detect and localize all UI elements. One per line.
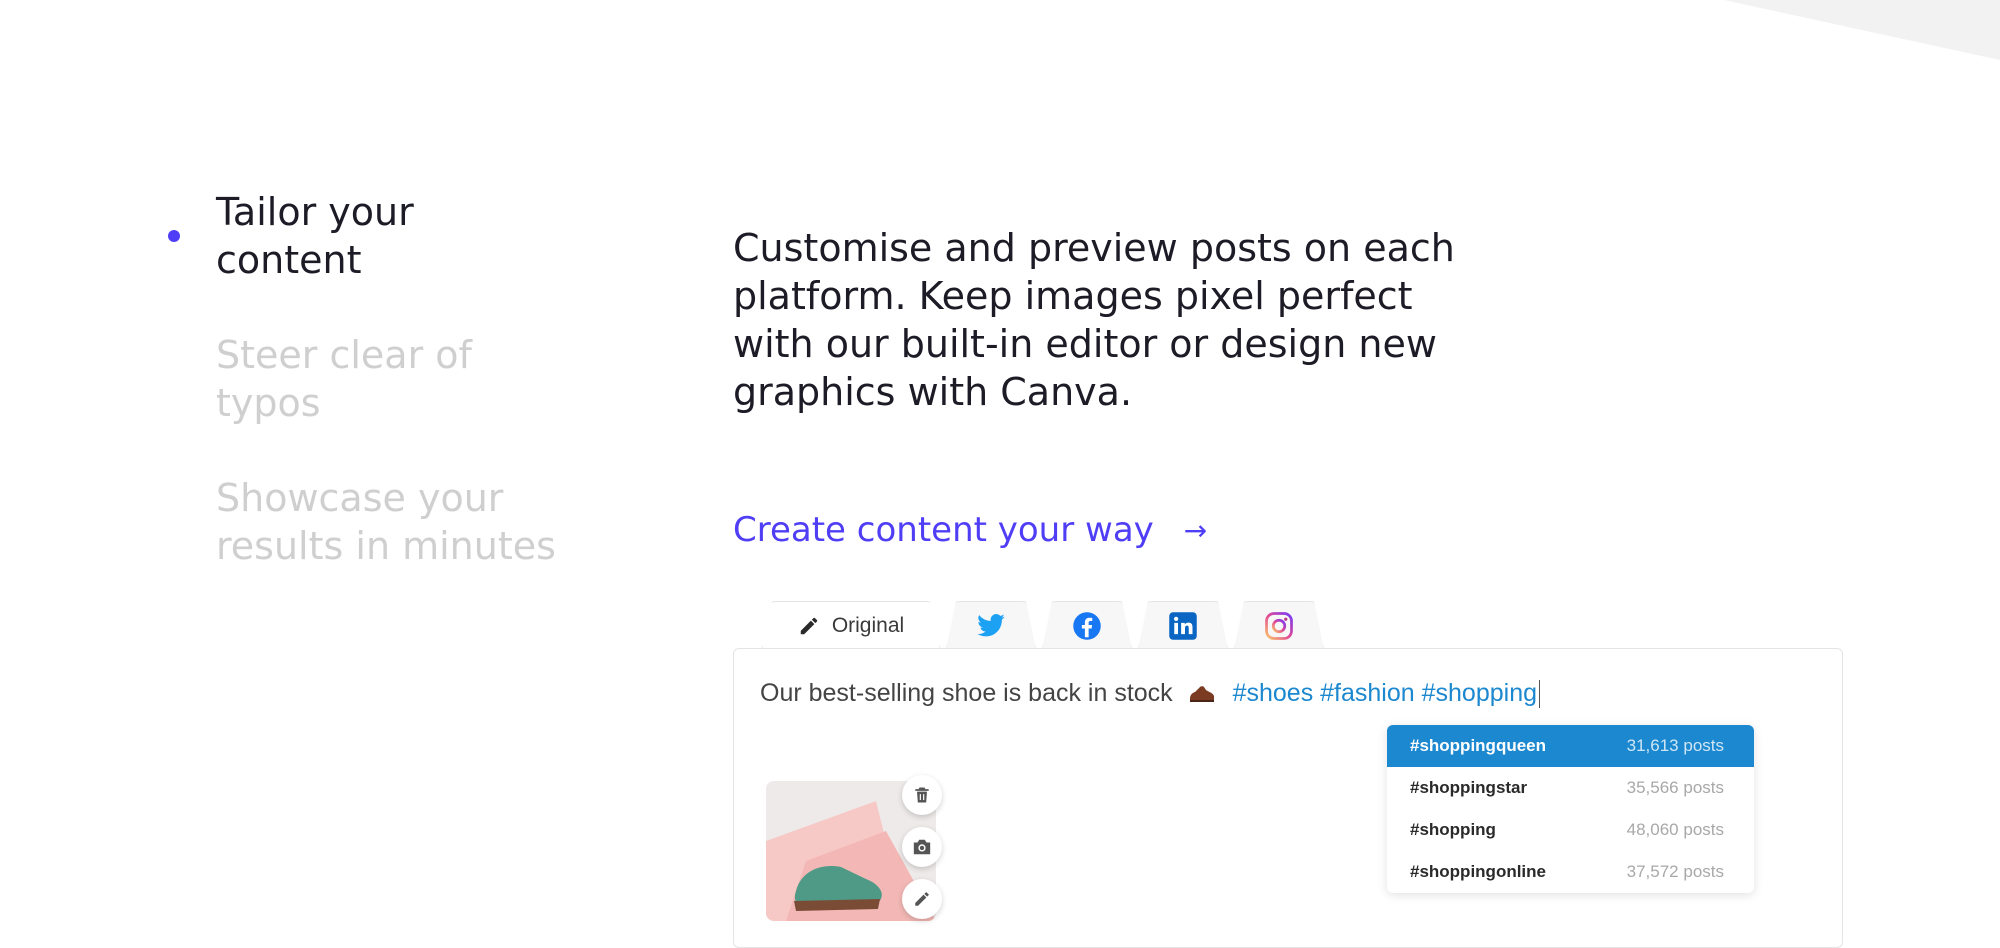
twitter-icon bbox=[976, 611, 1006, 641]
tab-linkedin[interactable] bbox=[1138, 601, 1228, 649]
active-bullet bbox=[168, 230, 180, 242]
cta-label: Create content your way bbox=[733, 510, 1154, 550]
feature-label: Steer clear of typos bbox=[216, 333, 472, 425]
suggestion-tag: #shoppingonline bbox=[1410, 862, 1546, 881]
post-text: Our best-selling shoe is back in stock bbox=[760, 679, 1173, 707]
hashtag-suggestion-item[interactable]: #shopping 48,060 posts bbox=[1387, 809, 1754, 851]
feature-label: Tailor your content bbox=[216, 190, 414, 282]
hashtag-suggestion-item[interactable]: #shoppingqueen 31,613 posts bbox=[1387, 725, 1754, 767]
text-cursor bbox=[1539, 680, 1541, 709]
tab-twitter[interactable] bbox=[946, 601, 1036, 649]
replace-image-button[interactable] bbox=[902, 827, 942, 867]
hashtags-text: #shoes #fashion #shopping bbox=[1232, 679, 1538, 707]
suggestion-tag: #shoppingstar bbox=[1410, 778, 1528, 797]
suggestion-tag: #shoppingqueen bbox=[1410, 736, 1546, 755]
create-content-link[interactable]: Create content your way → bbox=[733, 510, 1207, 550]
suggestion-count: 48,060 posts bbox=[1626, 820, 1724, 839]
tab-instagram[interactable] bbox=[1234, 601, 1324, 649]
suggestion-count: 35,566 posts bbox=[1626, 778, 1724, 797]
background-corner-shape bbox=[1724, 0, 2000, 60]
feature-tailor-content[interactable]: Tailor your content bbox=[168, 188, 568, 284]
pencil-icon bbox=[798, 615, 820, 637]
hashtag-suggestion-item[interactable]: #shoppingonline 37,572 posts bbox=[1387, 851, 1754, 893]
feature-description: Customise and preview posts on each plat… bbox=[733, 226, 1455, 414]
trash-icon bbox=[915, 787, 929, 803]
suggestion-count: 31,613 posts bbox=[1626, 736, 1724, 755]
camera-icon bbox=[913, 839, 931, 855]
linkedin-icon bbox=[1168, 611, 1198, 641]
edit-image-button[interactable] bbox=[902, 879, 942, 919]
delete-image-button[interactable] bbox=[902, 775, 942, 815]
hashtag-suggestions: #shoppingqueen 31,613 posts #shoppingsta… bbox=[1387, 725, 1754, 893]
tab-original[interactable]: Original bbox=[762, 601, 940, 649]
pencil-icon bbox=[915, 892, 929, 906]
shoe-emoji-icon bbox=[1189, 686, 1214, 703]
tab-original-label: Original bbox=[831, 613, 905, 637]
feature-showcase-results[interactable]: Showcase your results in minutes bbox=[216, 474, 568, 570]
platform-tabs: Original bbox=[762, 601, 1330, 649]
instagram-icon bbox=[1264, 611, 1294, 641]
suggestion-count: 37,572 posts bbox=[1626, 862, 1724, 881]
post-text-input[interactable]: Our best-selling shoe is back in stock #… bbox=[760, 679, 1541, 709]
feature-list: Tailor your content Steer clear of typos… bbox=[168, 188, 568, 617]
tab-facebook[interactable] bbox=[1042, 601, 1132, 649]
feature-label: Showcase your results in minutes bbox=[216, 476, 556, 568]
hashtag-suggestion-item[interactable]: #shoppingstar 35,566 posts bbox=[1387, 767, 1754, 809]
feature-steer-clear-typos[interactable]: Steer clear of typos bbox=[216, 331, 568, 427]
arrow-right-icon: → bbox=[1183, 513, 1208, 547]
facebook-icon bbox=[1072, 611, 1102, 641]
suggestion-tag: #shopping bbox=[1410, 820, 1496, 839]
